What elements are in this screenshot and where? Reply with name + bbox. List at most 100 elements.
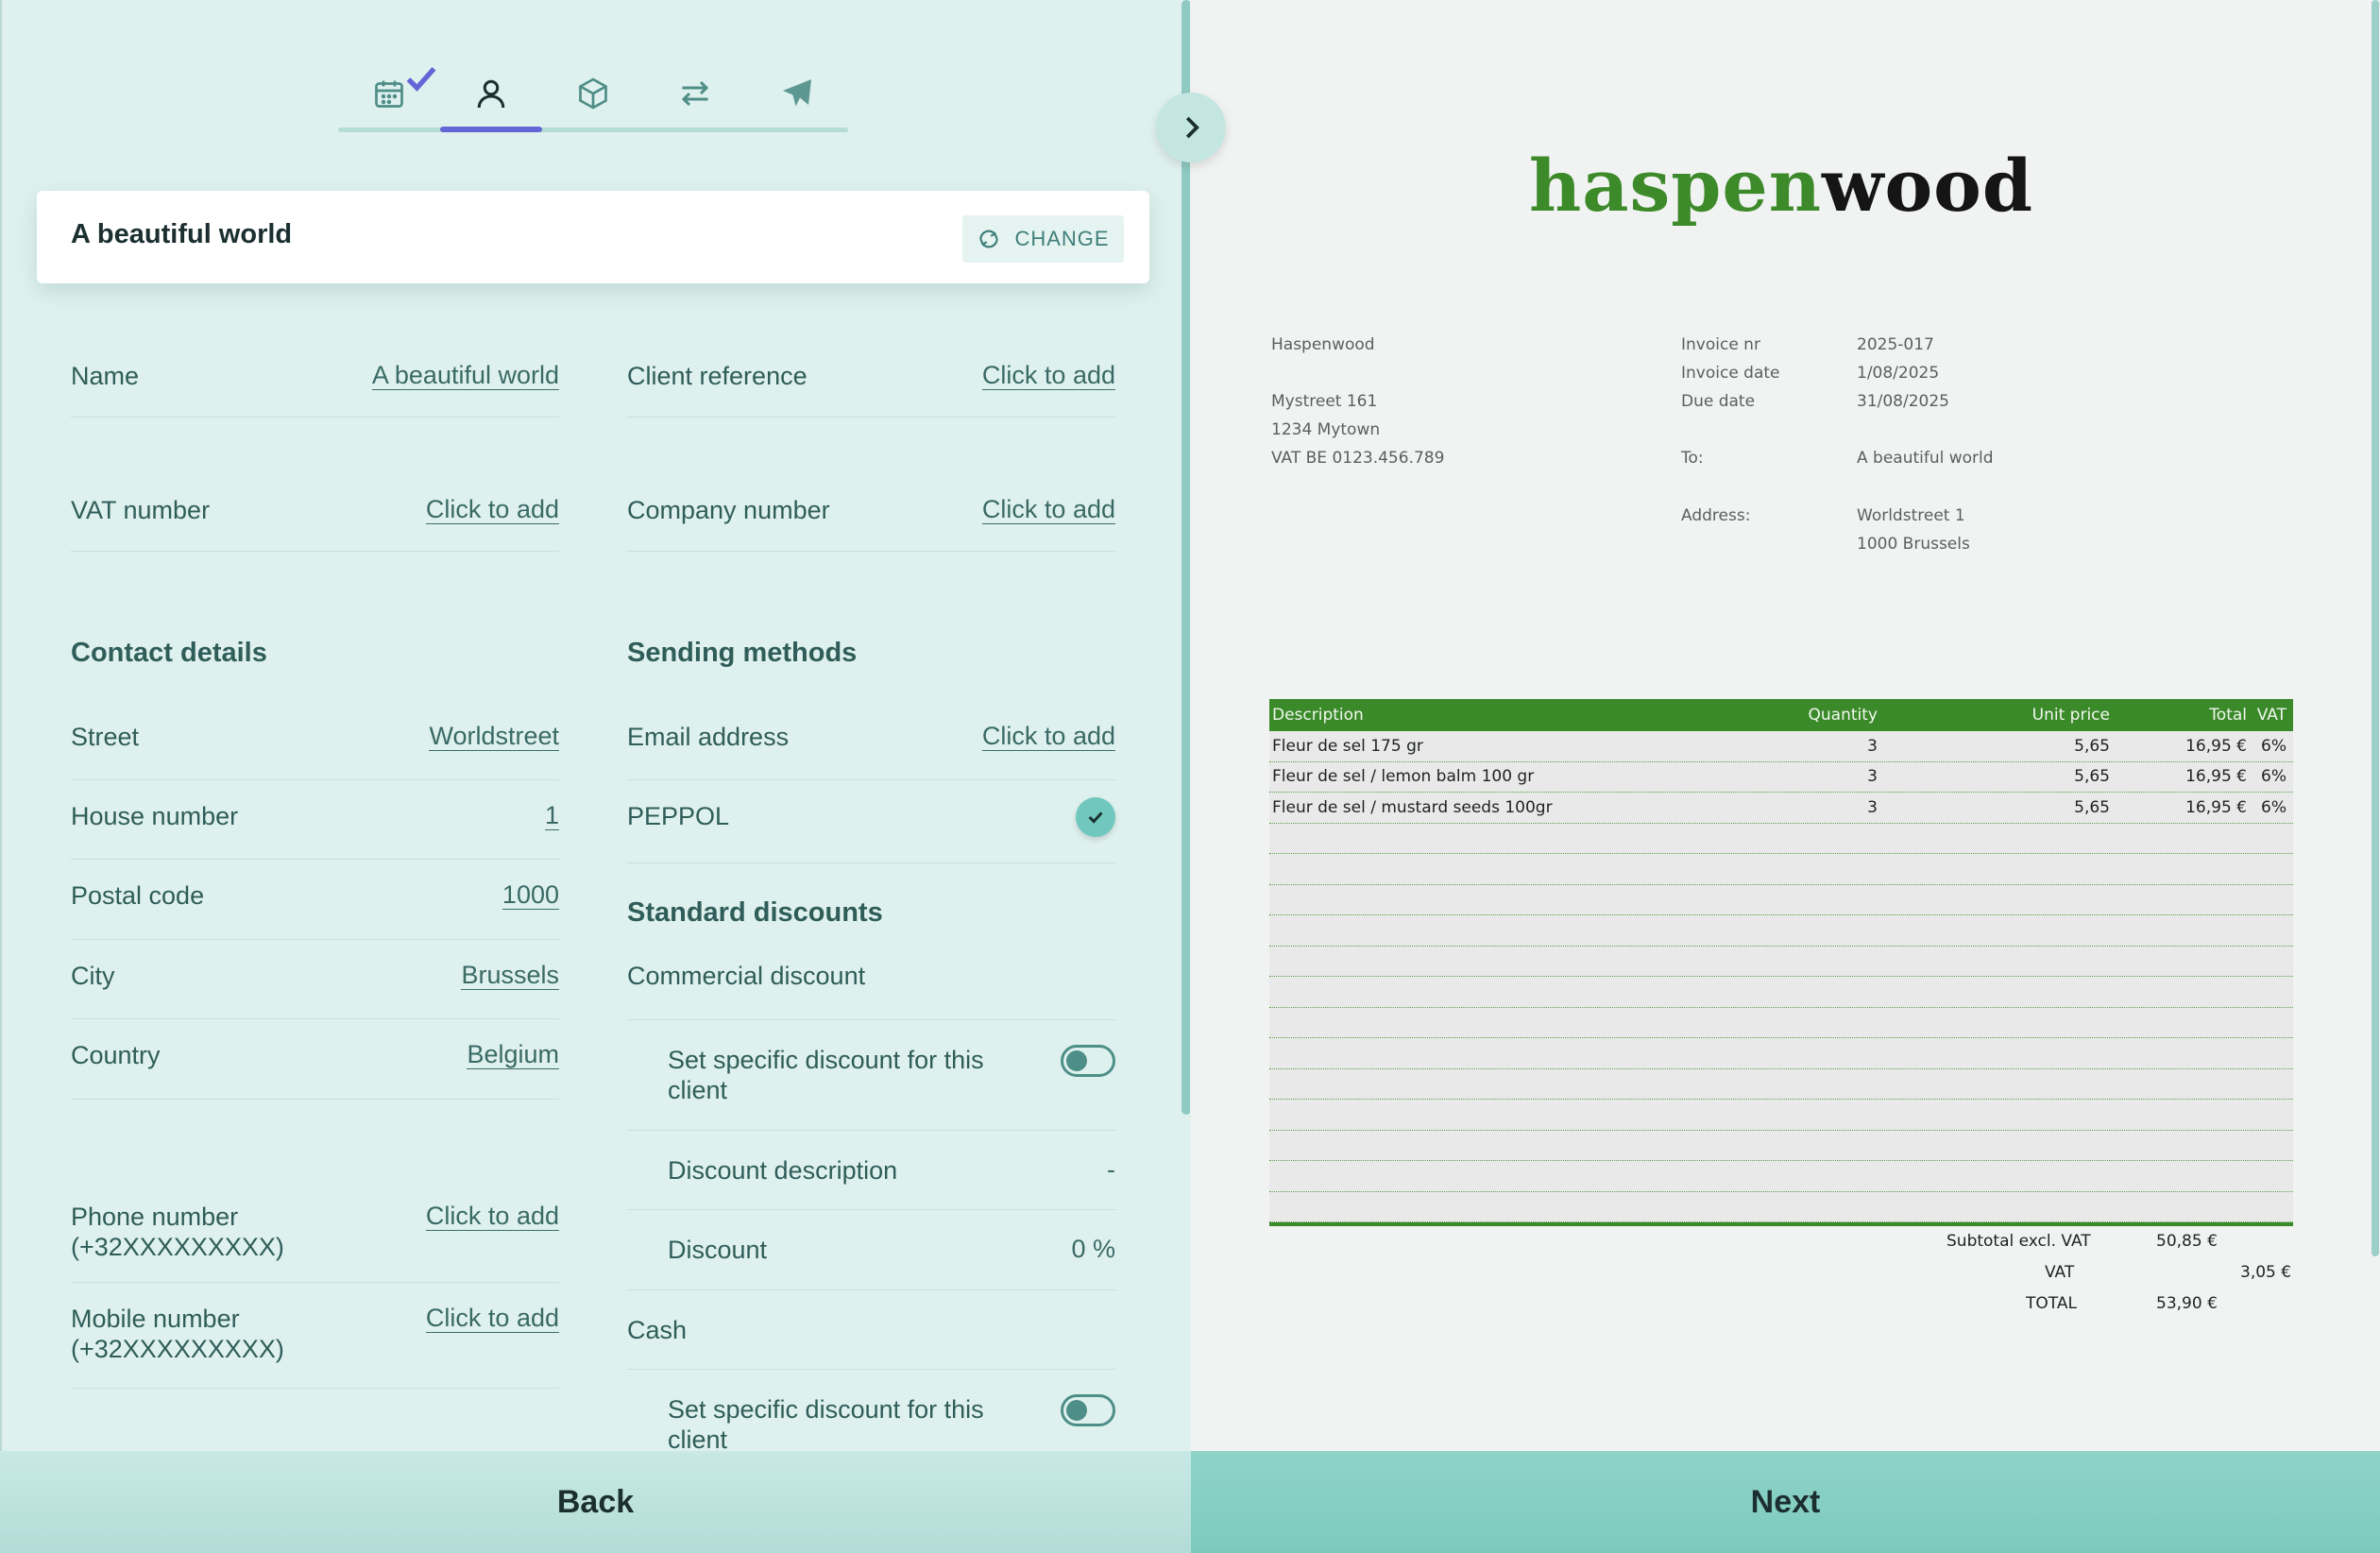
due-date-label: Due date: [1681, 392, 1756, 411]
col-total: Total: [2209, 706, 2247, 725]
transfer-icon: [681, 80, 709, 107]
send-icon: [783, 79, 811, 107]
logo-green-part: haspen: [1529, 144, 1823, 228]
field-label: House number: [71, 802, 239, 830]
change-client-button[interactable]: CHANGE: [962, 215, 1124, 263]
cash-discount-row: Cash: [627, 1290, 1115, 1370]
empty-row: [1269, 884, 2293, 915]
col-unit-price: Unit price: [2032, 706, 2110, 725]
cash-specific-discount-row: Set specific discount for this client: [627, 1370, 1115, 1451]
field-label: PEPPOL: [627, 802, 730, 830]
field-label: Company number: [627, 496, 830, 524]
line-vat: 6%: [2261, 797, 2286, 817]
col-vat: VAT: [2256, 706, 2286, 725]
postal-code-value[interactable]: 1000: [502, 880, 559, 910]
invoice-preview-panel: haspenwood Haspenwood Mystreet 161 1234 …: [1191, 0, 2380, 1451]
preview-scrollbar[interactable]: [2372, 0, 2379, 1256]
line-description: Fleur de sel / lemon balm 100 gr: [1272, 767, 1535, 787]
vat-label: VAT: [2045, 1263, 2075, 1282]
field-country: Country Belgium: [71, 1019, 559, 1100]
due-date: 31/08/2025: [1857, 392, 1949, 411]
next-button[interactable]: Next: [1191, 1451, 2380, 1553]
table-row: Fleur de sel / mustard seeds 100gr 3 5,6…: [1269, 793, 2293, 824]
line-unit-price: 5,65: [2074, 797, 2110, 817]
back-button[interactable]: Back: [0, 1451, 1191, 1553]
left-panel-scrollbar[interactable]: [1182, 0, 1190, 1115]
empty-row: [1269, 1130, 2293, 1161]
peppol-checkbox[interactable]: [1076, 797, 1115, 837]
completed-check-icon: [406, 66, 436, 92]
house-number-value[interactable]: 1: [544, 801, 559, 830]
field-peppol: PEPPOL: [627, 780, 1115, 863]
invoice-date: 1/08/2025: [1857, 364, 1940, 383]
commercial-specific-discount-row: Set specific discount for this client: [627, 1020, 1115, 1131]
refresh-icon: [979, 230, 999, 248]
invoice-lines-table: Description Quantity Unit price Total VA…: [1269, 699, 2293, 1226]
sender-address-line1: Mystreet 161: [1271, 392, 1378, 411]
discount-description-value: -: [1107, 1155, 1115, 1184]
field-house-number: House number 1: [71, 780, 559, 860]
tab-date[interactable]: [338, 59, 440, 128]
chevron-right-icon: [1185, 116, 1199, 139]
contact-details-heading: Contact details: [71, 638, 267, 668]
tab-products[interactable]: [542, 59, 644, 128]
active-tab-indicator: [440, 127, 542, 132]
company-logo: haspenwood: [1529, 144, 2033, 228]
empty-row: [1269, 915, 2293, 947]
vat-number-value[interactable]: Click to add: [425, 495, 559, 524]
change-button-label: CHANGE: [1014, 227, 1110, 250]
tab-transfer[interactable]: [644, 59, 746, 128]
empty-row: [1269, 1100, 2293, 1131]
line-unit-price: 5,65: [2074, 767, 2110, 787]
field-company-number: Company number Click to add: [627, 474, 1115, 552]
invoice-nr-label: Invoice nr: [1681, 335, 1760, 354]
address-label: Address:: [1681, 506, 1751, 525]
field-phone: Phone number (+32XXXXXXXXX) Click to add: [71, 1190, 559, 1283]
mobile-value[interactable]: Click to add: [425, 1304, 559, 1333]
sending-methods-heading: Sending methods: [627, 638, 858, 668]
subtotal-value: 50,85 €: [2156, 1232, 2218, 1251]
cash-specific-discount-toggle[interactable]: [1061, 1394, 1115, 1426]
field-label: City: [71, 962, 115, 990]
recipient-address-line1: Worldstreet 1: [1857, 506, 1965, 525]
logo-black-part: wood: [1822, 144, 2033, 228]
field-email: Email address Click to add: [627, 701, 1115, 780]
client-reference-value[interactable]: Click to add: [981, 361, 1115, 390]
line-quantity: 3: [1867, 767, 1878, 787]
commercial-specific-discount-toggle[interactable]: [1061, 1045, 1115, 1077]
name-value[interactable]: A beautiful world: [371, 361, 559, 390]
field-city: City Brussels: [71, 940, 559, 1019]
col-quantity: Quantity: [1808, 706, 1878, 725]
line-total: 16,95 €: [2185, 767, 2247, 787]
company-number-value[interactable]: Click to add: [981, 495, 1115, 524]
selected-client-card: A beautiful world CHANGE: [37, 191, 1149, 283]
phone-value[interactable]: Click to add: [425, 1202, 559, 1231]
check-icon: [1088, 811, 1103, 824]
empty-row: [1269, 823, 2293, 854]
col-description: Description: [1272, 706, 1364, 725]
tab-client[interactable]: [440, 59, 542, 128]
empty-row: [1269, 1191, 2293, 1222]
line-total: 16,95 €: [2185, 736, 2247, 756]
email-value[interactable]: Click to add: [981, 722, 1115, 751]
field-name: Name A beautiful world: [71, 340, 559, 418]
standard-discounts-heading: Standard discounts: [627, 897, 883, 928]
field-label: Phone number (+32XXXXXXXXX): [71, 1203, 284, 1261]
field-label: Street: [71, 723, 140, 751]
to-label: To:: [1681, 449, 1704, 468]
city-value[interactable]: Brussels: [461, 961, 559, 990]
collapse-preview-button[interactable]: [1156, 93, 1226, 162]
step-tabs: [338, 59, 848, 132]
field-label: Set specific discount for this client: [668, 1395, 984, 1451]
discount-value: 0 %: [1071, 1235, 1115, 1263]
country-value[interactable]: Belgium: [467, 1040, 559, 1069]
tab-send[interactable]: [746, 59, 848, 128]
field-label: Cash: [627, 1316, 688, 1344]
sender-address-line2: 1234 Mytown: [1271, 420, 1381, 439]
field-street: Street Worldstreet: [71, 701, 559, 780]
empty-row: [1269, 977, 2293, 1008]
line-description: Fleur de sel / mustard seeds 100gr: [1272, 797, 1553, 817]
street-value[interactable]: Worldstreet: [429, 722, 559, 751]
field-label: Country: [71, 1041, 161, 1069]
box-icon: [579, 77, 607, 110]
